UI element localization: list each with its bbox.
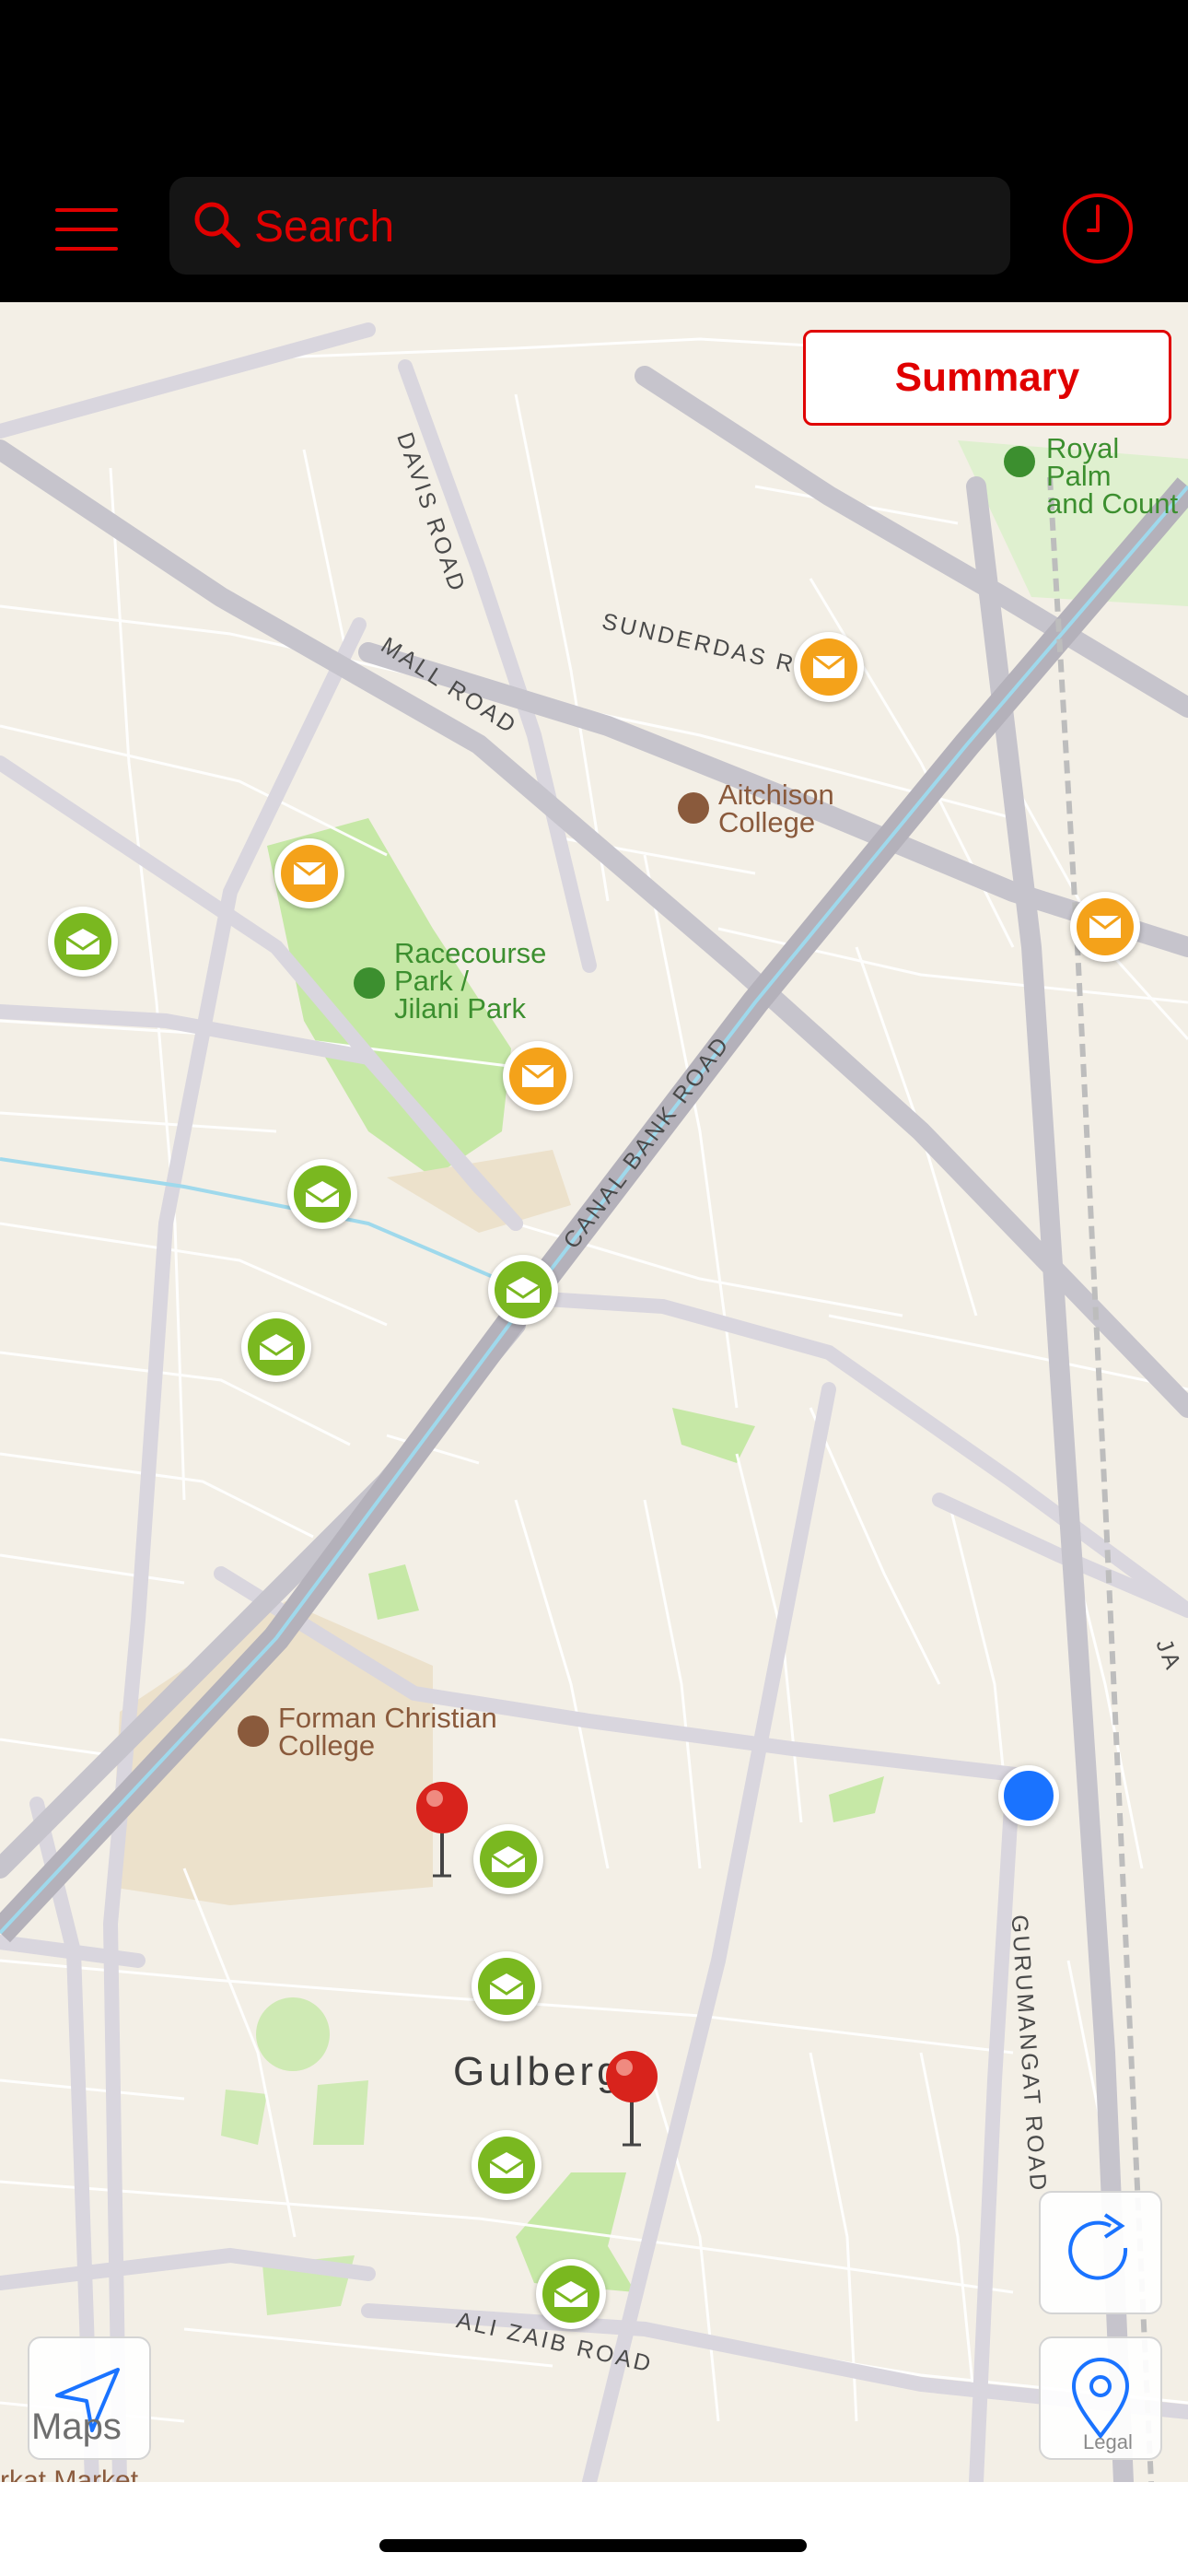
home-indicator [379, 2539, 807, 2552]
envelope-open-marker[interactable] [287, 1159, 357, 1229]
envelope-marker[interactable] [794, 632, 864, 702]
envelope-marker[interactable] [503, 1041, 573, 1111]
menu-button[interactable] [48, 203, 125, 258]
envelope-open-marker[interactable] [472, 1951, 542, 2021]
pushpin-icon[interactable] [604, 2049, 659, 2150]
poi-label-royal-palm: Royal Palm and Count [1046, 432, 1179, 520]
envelope-open-marker[interactable] [536, 2259, 606, 2329]
user-location-dot [998, 1765, 1059, 1826]
refresh-button[interactable] [1039, 2191, 1162, 2314]
envelope-icon [65, 929, 100, 954]
poi-label-forman-christian-college: Forman Christian College [278, 1702, 497, 1762]
envelope-icon [521, 1064, 554, 1087]
envelope-open-marker[interactable] [472, 2130, 542, 2200]
museum-icon [678, 792, 709, 824]
envelope-icon [259, 1334, 294, 1360]
maps-logo: Maps [31, 2406, 122, 2447]
legal-link[interactable]: Legal [1083, 2430, 1133, 2454]
envelope-icon [553, 2281, 588, 2307]
graduation-cap-icon [238, 1715, 269, 1747]
envelope-open-marker[interactable] [48, 907, 118, 977]
bottom-bar [0, 2482, 1188, 2576]
map-base-layer [0, 302, 1188, 2482]
envelope-icon [489, 2152, 524, 2178]
search-input[interactable] [252, 177, 993, 276]
envelope-icon [1089, 915, 1122, 938]
status-bar [0, 0, 1188, 157]
envelope-open-marker[interactable] [473, 1824, 543, 1894]
refresh-icon [1068, 2213, 1128, 2280]
envelope-open-marker[interactable] [241, 1312, 311, 1382]
envelope-icon [305, 1181, 340, 1207]
menu-icon [55, 208, 118, 212]
park-tree-icon [354, 967, 385, 999]
envelope-marker[interactable] [1070, 892, 1140, 962]
summary-button[interactable]: Summary [803, 330, 1171, 426]
poi-label-cut: rkat Market [0, 2465, 139, 2482]
poi-label-racecourse-park: Racecourse Park / Jilani Park [394, 937, 547, 1025]
envelope-icon [812, 655, 845, 678]
envelope-icon [506, 1277, 541, 1303]
search-bar[interactable] [169, 177, 1010, 276]
envelope-marker[interactable] [274, 838, 344, 908]
history-icon[interactable] [1059, 190, 1136, 267]
golf-icon [1004, 446, 1035, 477]
top-navigation-bar [0, 157, 1188, 302]
map-view[interactable]: Summary DAVIS ROAD SUNDERDAS RO MALL ROA… [0, 302, 1188, 2482]
poi-label-aitchison-college: Aitchison College [718, 779, 834, 838]
envelope-icon [489, 1973, 524, 1999]
envelope-open-marker[interactable] [488, 1255, 558, 1325]
pushpin-icon[interactable] [414, 1780, 470, 1881]
area-label-gulberg: Gulberg [453, 2049, 623, 2094]
envelope-icon [293, 861, 326, 884]
envelope-icon [491, 1846, 526, 1872]
search-icon [194, 202, 240, 248]
